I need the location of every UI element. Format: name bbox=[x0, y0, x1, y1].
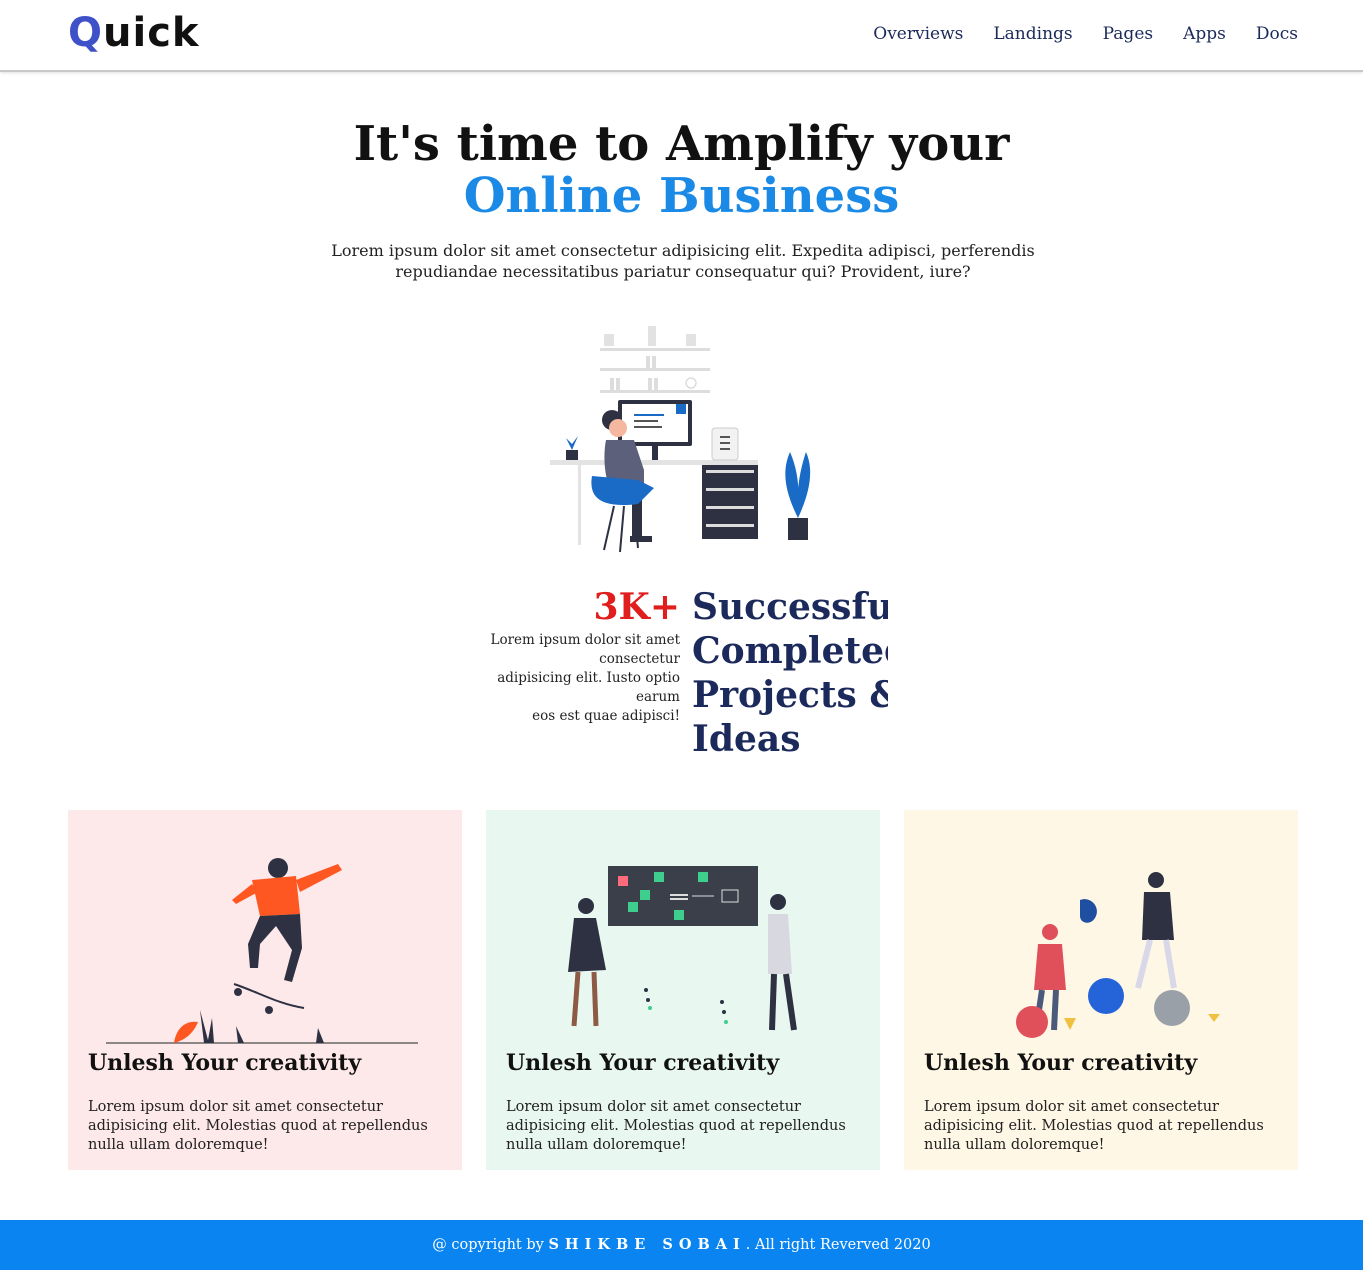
nav-link-docs[interactable]: Docs bbox=[1256, 24, 1298, 44]
team-board-illustration bbox=[568, 866, 797, 1031]
card-title: Unlesh Your creativity bbox=[506, 1050, 780, 1076]
card-title: Unlesh Your creativity bbox=[924, 1050, 1198, 1076]
hero-illustration bbox=[550, 326, 811, 553]
site-footer: @ copyright by SHIKBE SOBAI. All right R… bbox=[0, 1220, 1363, 1270]
hero-title-accent: Online Business bbox=[463, 168, 900, 224]
main-nav: Overviews Landings Pages Apps Docs bbox=[873, 24, 1298, 44]
nav-link-landings[interactable]: Landings bbox=[993, 24, 1072, 44]
nav-link-overviews[interactable]: Overviews bbox=[873, 24, 963, 44]
footer-prefix: @ copyright by bbox=[432, 1237, 549, 1253]
stats-block: 3K+ Lorem ipsum dolor sit amet consectet… bbox=[470, 585, 681, 726]
stats-description: Lorem ipsum dolor sit amet consectetur a… bbox=[470, 631, 681, 726]
logo[interactable]: Quick bbox=[68, 10, 200, 56]
card-text: Lorem ipsum dolor sit amet consectetur a… bbox=[924, 1099, 1264, 1153]
stats-heading-line: Successfully bbox=[692, 586, 888, 628]
nav-link-apps[interactable]: Apps bbox=[1183, 24, 1226, 44]
feature-card-2: Unlesh Your creativity Lorem ipsum dolor… bbox=[486, 810, 880, 1170]
stats-desc-line: consectetur bbox=[599, 651, 680, 667]
hero-title: It's time to Amplify your Online Busines… bbox=[0, 118, 1363, 222]
footer-suffix: . All right Reverved 2020 bbox=[745, 1237, 931, 1253]
stats-desc-line: eos est quae adipisci! bbox=[532, 708, 680, 724]
stats-desc-line: earum bbox=[636, 689, 680, 705]
stats-heading-line: Projects & bbox=[692, 674, 888, 716]
feature-card-3: Unlesh Your creativity Lorem ipsum dolor… bbox=[904, 810, 1298, 1170]
hero-title-line1: It's time to Amplify your bbox=[353, 116, 1010, 172]
card-title: Unlesh Your creativity bbox=[88, 1050, 362, 1076]
card-text: Lorem ipsum dolor sit amet consectetur a… bbox=[88, 1099, 428, 1153]
nav-link-pages[interactable]: Pages bbox=[1103, 24, 1153, 44]
hero-description: Lorem ipsum dolor sit amet consectetur a… bbox=[331, 241, 1035, 281]
skater-illustration bbox=[106, 858, 418, 1044]
stats-heading-line: Completed bbox=[692, 630, 888, 672]
footer-brand: SHIKBE SOBAI bbox=[548, 1236, 746, 1253]
top-navbar: Quick Overviews Landings Pages Apps Docs bbox=[0, 0, 1363, 72]
logo-initial: Q bbox=[68, 10, 104, 56]
stats-desc-line: adipisicing elit. Iusto optio bbox=[497, 670, 680, 686]
logo-text: uick bbox=[103, 10, 200, 56]
feature-card-1: Unlesh Your creativity Lorem ipsum dolor… bbox=[68, 810, 462, 1170]
card-text: Lorem ipsum dolor sit amet consectetur a… bbox=[506, 1099, 846, 1153]
social-illustration bbox=[1016, 872, 1220, 1038]
stats-heading-line: Ideas bbox=[692, 718, 801, 760]
stats-desc-line: Lorem ipsum dolor sit amet bbox=[490, 632, 681, 648]
stats-heading: Successfully Completed Projects & Ideas bbox=[692, 585, 888, 761]
stats-number: 3K+ bbox=[593, 586, 680, 628]
